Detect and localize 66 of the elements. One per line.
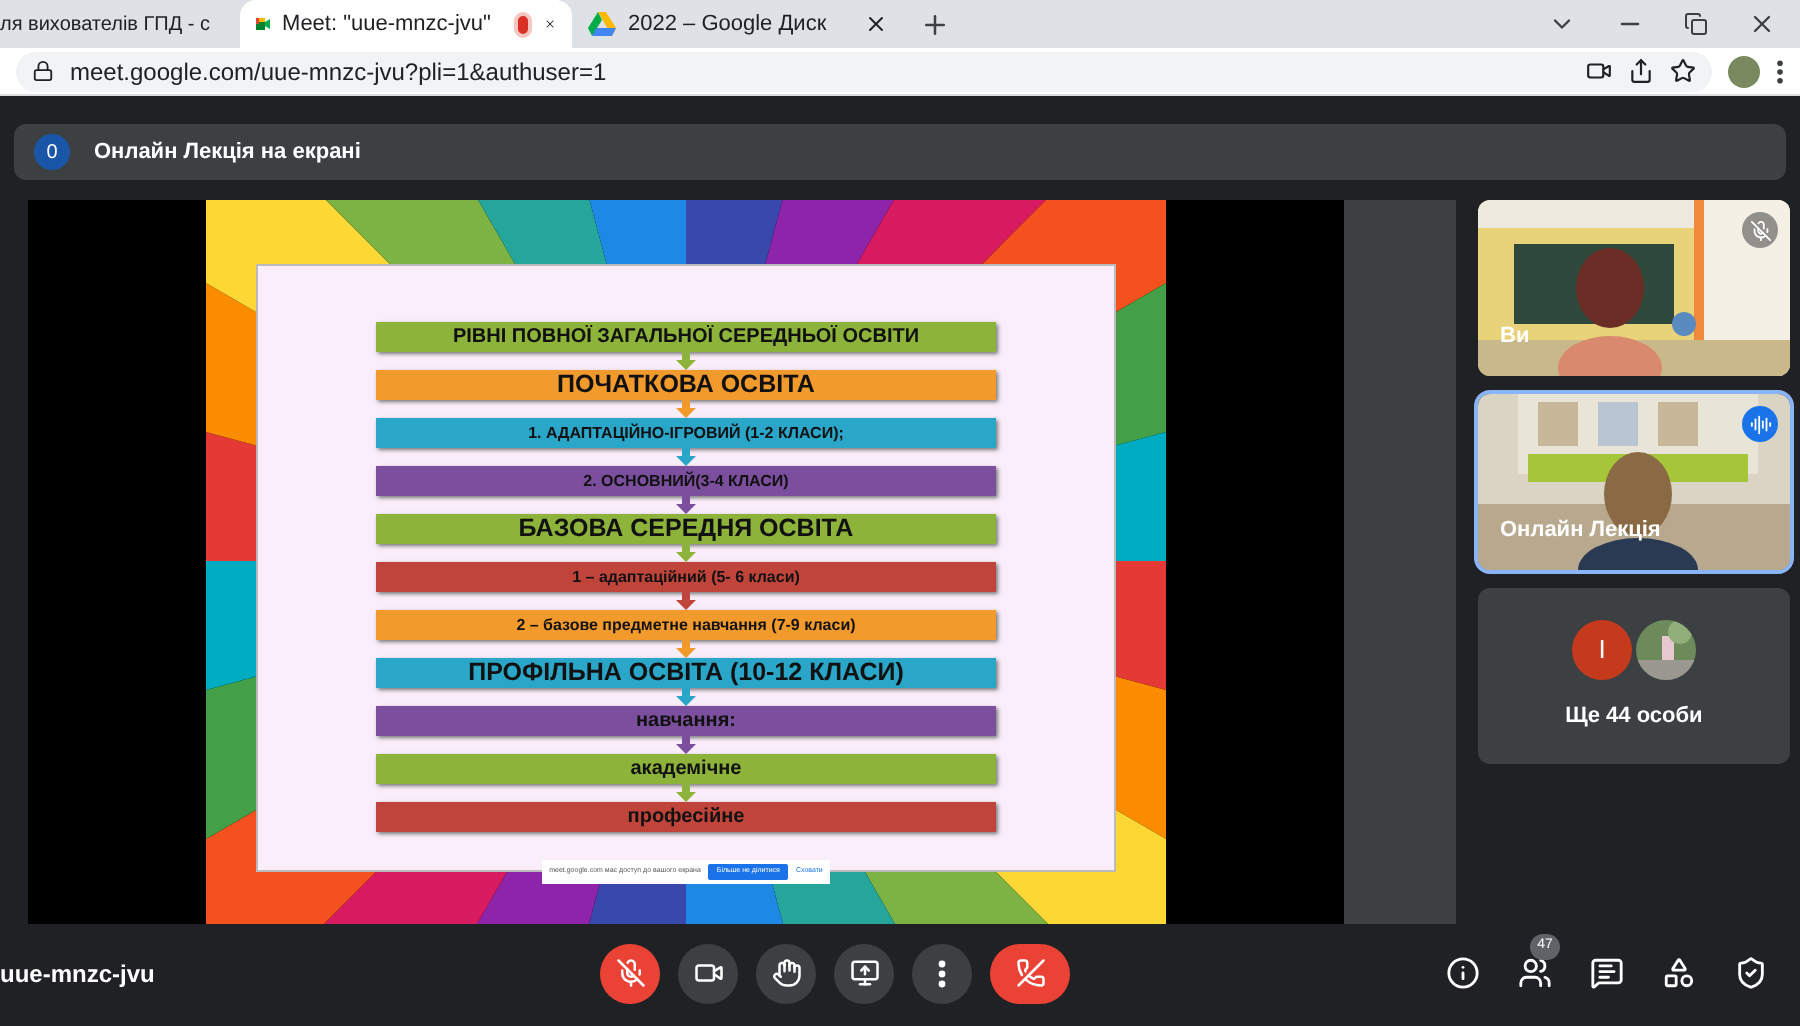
others-count-label: Ще 44 особи xyxy=(1565,701,1703,732)
slide-bar: ПРОФІЛЬНА ОСВІТА (10-12 КЛАСИ) xyxy=(376,658,996,688)
slide-bar: 1. АДАПТАЦІЙНО-ІГРОВИЙ (1-2 КЛАСИ); xyxy=(376,418,996,448)
down-arrow-icon xyxy=(676,784,696,802)
participant-name: Онлайн Лекція xyxy=(1500,515,1661,545)
presentation-title: Онлайн Лекція на екрані xyxy=(94,137,361,168)
down-arrow-icon xyxy=(676,688,696,706)
profile-avatar-icon[interactable] xyxy=(1728,55,1760,87)
slide-bar: РІВНІ ПОВНОЇ ЗАГАЛЬНОЇ СЕРЕДНЬОЇ ОСВІТИ xyxy=(376,322,996,352)
lock-icon xyxy=(32,60,54,82)
down-arrow-icon xyxy=(676,400,696,418)
down-arrow-icon xyxy=(676,352,696,370)
raise-hand-button[interactable] xyxy=(756,943,816,1003)
leave-call-button[interactable] xyxy=(990,943,1070,1003)
browser-tab[interactable]: Meet: "uue-mnzc-jvu" xyxy=(240,0,572,48)
restore-icon[interactable] xyxy=(1684,12,1708,36)
close-tab-icon[interactable] xyxy=(864,12,888,36)
more-icon xyxy=(938,959,946,987)
slide-bar: 2 – базове предметне навчання (7-9 класи) xyxy=(376,610,996,640)
chat-icon[interactable] xyxy=(1590,956,1624,990)
url-text: meet.google.com/uue-mnzc-jvu?pli=1&authuser=1 xyxy=(70,55,607,89)
slide-bar: ПОЧАТКОВА ОСВІТА xyxy=(376,370,996,400)
slide-bar: професійне xyxy=(376,802,996,832)
camera-icon[interactable] xyxy=(1586,58,1612,84)
close-window-icon[interactable] xyxy=(1748,10,1776,38)
down-arrow-icon xyxy=(676,592,696,610)
participant-name: Ви xyxy=(1500,321,1530,351)
down-arrow-icon xyxy=(676,736,696,754)
slide-bar: академічне xyxy=(376,754,996,784)
hang-up-icon xyxy=(1015,958,1045,988)
more-options-button[interactable] xyxy=(912,943,972,1003)
bookmark-star-icon[interactable] xyxy=(1670,58,1696,84)
present-screen-icon xyxy=(849,958,879,988)
drive-icon xyxy=(588,12,616,36)
activities-icon[interactable] xyxy=(1662,956,1696,990)
address-bar[interactable]: meet.google.com/uue-mnzc-jvu?pli=1&authuser=1 xyxy=(16,51,1712,91)
browser-tab[interactable]: ля вихователів ГПД - с xyxy=(0,0,240,48)
slide-bar: 1 – адаптаційний (5- 6 класи) xyxy=(376,562,996,592)
slide-bar: БАЗОВА СЕРЕДНЯ ОСВІТА xyxy=(376,514,996,544)
tab-title: Meet: "uue-mnzc-jvu" xyxy=(282,9,491,40)
new-tab-icon[interactable] xyxy=(920,9,950,39)
slide-bar: 2. ОСНОВНИЙ(3-4 КЛАСИ) xyxy=(376,466,996,496)
presentation-count: 0 xyxy=(34,134,70,170)
info-icon[interactable] xyxy=(1446,956,1480,990)
down-arrow-icon xyxy=(676,544,696,562)
others-tile[interactable]: I Ще 44 особи xyxy=(1478,588,1790,764)
microphone-button[interactable] xyxy=(600,943,660,1003)
tab-title: 2022 – Google Диск xyxy=(628,9,827,40)
present-button[interactable] xyxy=(834,943,894,1003)
muted-mic-icon xyxy=(615,958,645,988)
video-camera-icon xyxy=(693,958,723,988)
share-icon[interactable] xyxy=(1628,58,1654,84)
hand-icon xyxy=(771,958,801,988)
people-icon[interactable] xyxy=(1518,956,1552,990)
slide-bar: навчання: xyxy=(376,706,996,736)
tab-title: ля вихователів ГПД - с xyxy=(0,11,211,39)
meeting-code: uue-mnzc-jvu xyxy=(0,957,157,991)
camera-button[interactable] xyxy=(678,943,738,1003)
down-arrow-icon xyxy=(676,640,696,658)
down-arrow-icon xyxy=(676,496,696,514)
video-camera-icon xyxy=(256,12,271,36)
browser-menu-icon[interactable] xyxy=(1776,59,1784,83)
participant-avatar: I xyxy=(1572,619,1632,680)
down-arrow-icon xyxy=(676,448,696,466)
host-controls-icon[interactable] xyxy=(1734,956,1768,990)
browser-tab[interactable]: 2022 – Google Диск xyxy=(572,0,904,48)
